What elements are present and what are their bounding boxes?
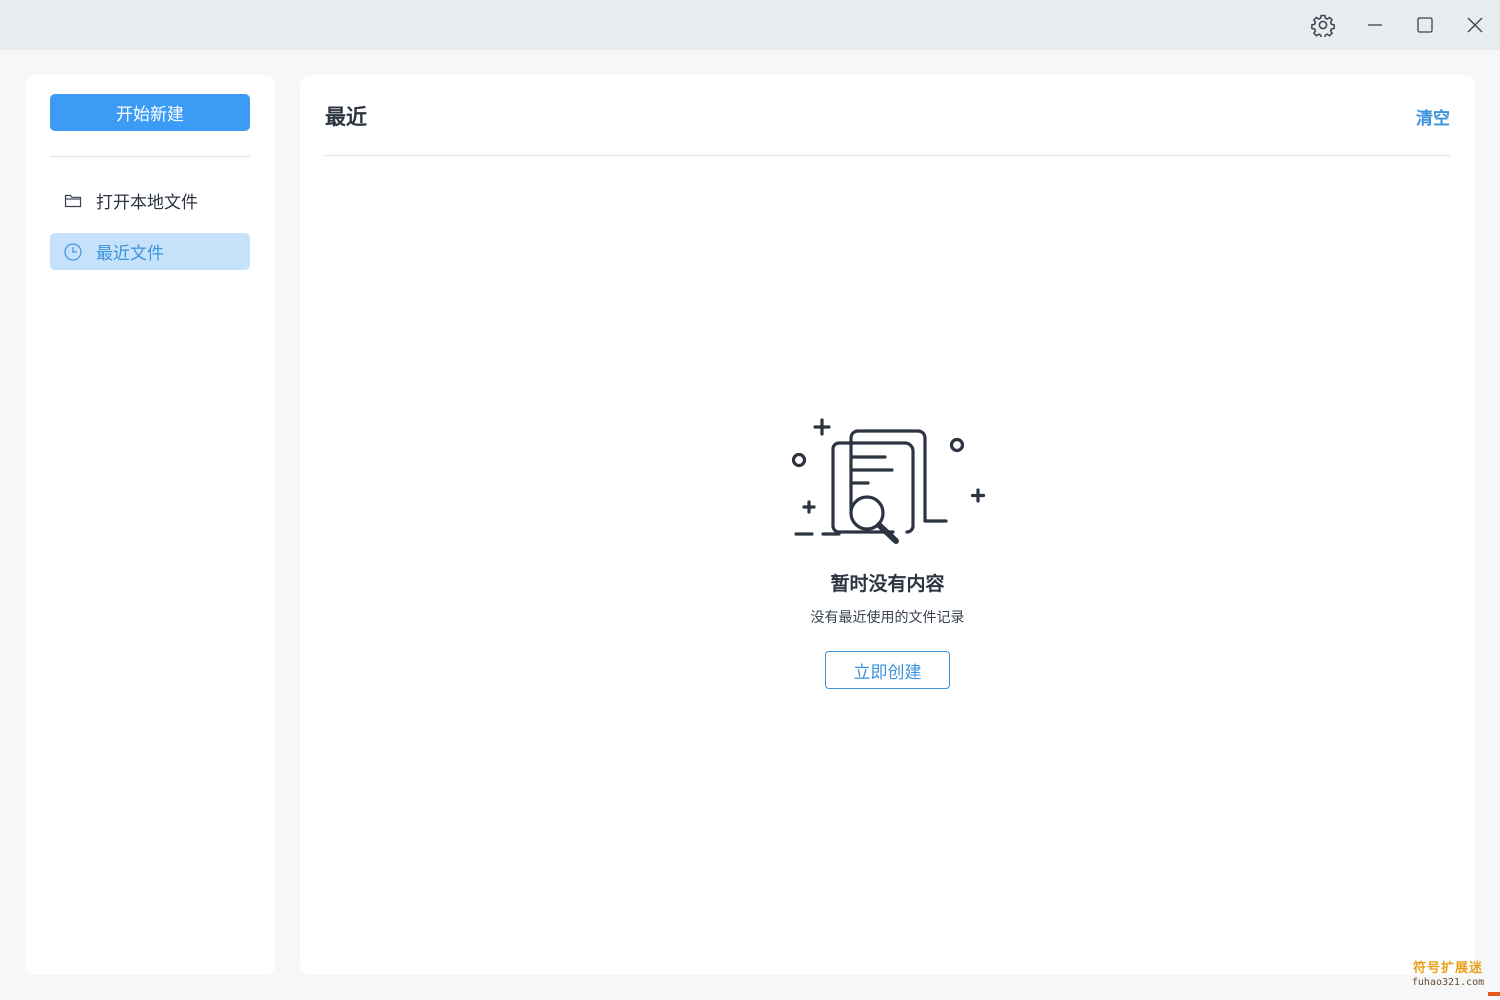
watermark-bar [1488,992,1500,996]
close-icon [1467,17,1483,33]
watermark-cn: 符号扩展迷 [1412,961,1483,976]
new-button[interactable]: 开始新建 [50,94,250,131]
clock-icon [62,241,84,263]
watermark-logo: 符号扩展迷 fuhao321.com [1400,961,1500,998]
header-divider [325,155,1450,156]
maximize-icon [1417,17,1433,33]
gear-icon [1311,14,1335,37]
sidebar-item-open-local-file[interactable]: 打开本地文件 [50,182,250,219]
main-panel: 最近 清空 暂时没有内容 没有最近使用的文件记录 立即创建 [300,75,1475,975]
folder-icon [62,190,84,212]
maximize-button[interactable] [1400,0,1450,50]
page-title: 最近 [325,105,367,129]
empty-state-subtitle: 没有最近使用的文件记录 [810,610,965,626]
empty-state-title: 暂时没有内容 [830,573,945,595]
minimize-icon [1368,24,1382,26]
sidebar-item-recent-files[interactable]: 最近文件 [50,233,250,270]
clear-button[interactable]: 清空 [1416,104,1450,129]
watermark-en: fuhao321.com [1411,977,1485,988]
sidebar-item-label: 最近文件 [96,244,164,264]
title-bar [0,0,1500,50]
minimize-button[interactable] [1350,0,1400,50]
sidebar-item-label: 打开本地文件 [96,193,198,213]
empty-documents-search-icon [791,418,986,544]
sidebar-divider [50,156,250,157]
close-button[interactable] [1450,0,1500,50]
create-now-button[interactable]: 立即创建 [825,651,950,689]
sidebar: 开始新建 打开本地文件 最近文件 [25,75,275,975]
settings-button[interactable] [1298,0,1348,50]
